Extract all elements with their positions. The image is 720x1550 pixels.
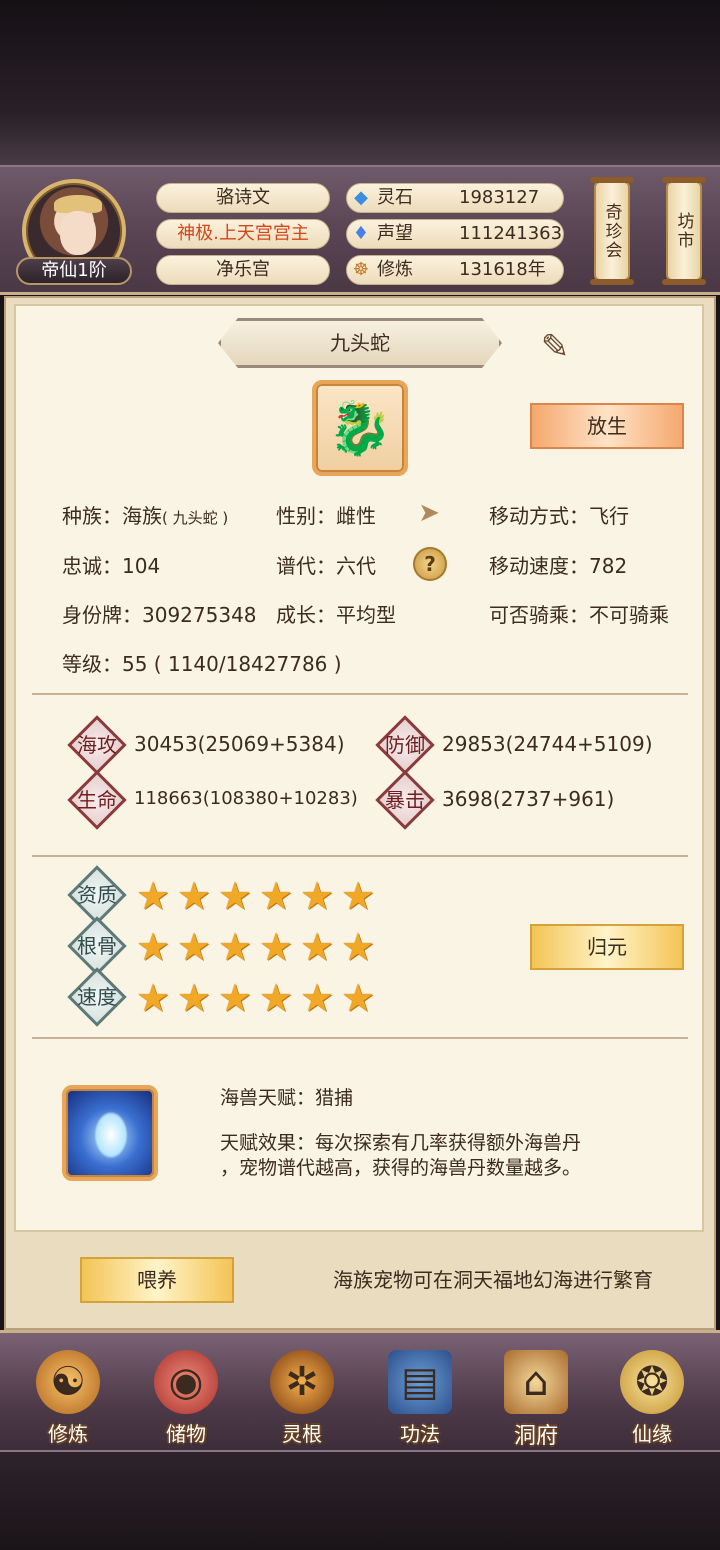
stat-value-sea-attack: 30453(25069+5384) — [134, 732, 345, 756]
star-icon: ★ — [300, 874, 335, 918]
divider — [32, 693, 688, 695]
rank-badge: 帝仙1阶 — [16, 257, 132, 285]
system-nav-area — [0, 1452, 720, 1550]
star-icon: ★ — [341, 976, 376, 1020]
aptitude-label-quality: 资质 — [77, 883, 117, 907]
spirit-stone-icon: ◆ — [354, 187, 368, 208]
aptitude-label-bone: 根骨 — [77, 934, 117, 958]
talent-effect-line-2: ，宠物谱代越高，获得的海兽丹数量越多。 — [220, 1157, 582, 1179]
aptitude-label-speed: 速度 — [77, 985, 117, 1009]
spirit-root-icon: ✲ — [270, 1350, 334, 1414]
nav-cave-mansion[interactable]: ⌂ 洞府 — [486, 1346, 586, 1449]
aptitude-stars-bone: ★ ★ ★ ★ ★ ★ — [136, 927, 380, 967]
pet-move-type: 移动方式：飞行 — [489, 504, 629, 528]
stat-label-sea-attack: 海攻 — [77, 733, 117, 757]
aptitude-stars-speed: ★ ★ ★ ★ ★ ★ — [136, 978, 380, 1018]
immortal-fate-icon: ❂ — [620, 1350, 684, 1414]
pet-generation: 谱代：六代 — [276, 554, 376, 578]
player-sect: 净乐宫 — [156, 255, 330, 285]
reset-origin-button[interactable]: 归元 — [530, 924, 684, 970]
resource-cultivation: ☸ 修炼 131618年 — [346, 255, 564, 285]
divider — [32, 1037, 688, 1039]
player-header: 帝仙1阶 骆诗文 神极.上天宫宫主 净乐宫 ◆ 灵石 1983127 ♦ 声望 … — [0, 165, 720, 295]
nav-skills[interactable]: ▤ 功法 — [370, 1346, 470, 1446]
cultivate-icon: ☯ — [36, 1350, 100, 1414]
stat-label-crit: 暴击 — [385, 788, 425, 812]
pet-codex-book-icon[interactable]: ✎ — [528, 326, 582, 368]
star-icon: ★ — [218, 976, 253, 1020]
aptitude-stars-quality: ★ ★ ★ ★ ★ ★ — [136, 876, 380, 916]
stat-label-defense: 防御 — [385, 733, 425, 757]
star-icon: ★ — [218, 925, 253, 969]
nav-spirit-root[interactable]: ✲ 灵根 — [252, 1346, 352, 1446]
treasure-fair-button[interactable]: 奇珍会 — [590, 177, 634, 285]
star-icon: ★ — [259, 874, 294, 918]
feed-button[interactable]: 喂养 — [80, 1257, 234, 1303]
resource-spirit-stone: ◆ 灵石 1983127 — [346, 183, 564, 213]
pet-rideable: 可否骑乘：不可骑乘 — [489, 603, 669, 627]
pet-race: 种族：海族( 九头蛇 ) — [62, 504, 229, 528]
stat-value-crit: 3698(2737+961) — [442, 787, 615, 811]
cave-mansion-icon: ⌂ — [504, 1350, 568, 1414]
nav-storage[interactable]: ◉ 储物 — [136, 1346, 236, 1446]
help-icon[interactable]: ? — [413, 547, 447, 581]
pet-portrait[interactable]: 🐉 — [312, 380, 408, 476]
star-icon: ★ — [136, 925, 171, 969]
meditation-icon: ☸ — [352, 259, 370, 280]
market-button[interactable]: 坊市 — [662, 177, 706, 285]
star-icon: ★ — [218, 874, 253, 918]
star-icon: ★ — [300, 976, 335, 1020]
pet-growth: 成长：平均型 — [276, 603, 396, 627]
skill-book-icon: ▤ — [388, 1350, 452, 1414]
reputation-crystal-icon: ♦ — [352, 223, 370, 244]
star-icon: ★ — [177, 874, 212, 918]
star-icon: ★ — [177, 925, 212, 969]
star-icon: ★ — [177, 976, 212, 1020]
divider — [32, 855, 688, 857]
talent-title: 海兽天赋：猎捕 — [220, 1087, 354, 1109]
star-icon: ★ — [300, 925, 335, 969]
nav-cultivate[interactable]: ☯ 修炼 — [18, 1346, 118, 1446]
star-icon: ★ — [136, 976, 171, 1020]
stat-label-life: 生命 — [77, 788, 117, 812]
arrow-right-icon[interactable]: ➤ — [414, 498, 444, 528]
star-icon: ★ — [341, 874, 376, 918]
pet-move-speed: 移动速度：782 — [489, 554, 628, 578]
player-title[interactable]: 神极.上天宫宫主 — [156, 219, 330, 249]
pet-loyalty: 忠诚：104 — [62, 554, 161, 578]
pet-id-tag: 身份牌：309275348 — [62, 603, 257, 627]
pet-gender: 性别：雌性 — [276, 504, 376, 528]
player-name: 骆诗文 — [156, 183, 330, 213]
star-icon: ★ — [136, 874, 171, 918]
stat-value-defense: 29853(24744+5109) — [442, 732, 653, 756]
release-button[interactable]: 放生 — [530, 403, 684, 449]
status-area — [0, 0, 720, 165]
talent-skill-icon[interactable] — [62, 1085, 158, 1181]
nav-immortal-fate[interactable]: ❂ 仙缘 — [602, 1346, 702, 1446]
breeding-note: 海族宠物可在洞天福地幻海进行繁育 — [333, 1268, 653, 1292]
stat-value-life: 118663(108380+10283) — [134, 788, 358, 809]
talent-effect-line-1: 天赋效果：每次探索有几率获得额外海兽丹 — [220, 1132, 582, 1154]
hydra-icon: 🐉 — [327, 398, 393, 459]
star-icon: ★ — [259, 976, 294, 1020]
star-icon: ★ — [259, 925, 294, 969]
star-icon: ★ — [341, 925, 376, 969]
pet-level: 等级：55 ( 1140/18427786 ) — [62, 652, 342, 676]
resource-reputation: ♦ 声望 111241363 — [346, 219, 564, 249]
pet-name-banner: 九头蛇 — [218, 318, 502, 368]
avatar-face — [60, 211, 96, 255]
storage-bag-icon: ◉ — [154, 1350, 218, 1414]
